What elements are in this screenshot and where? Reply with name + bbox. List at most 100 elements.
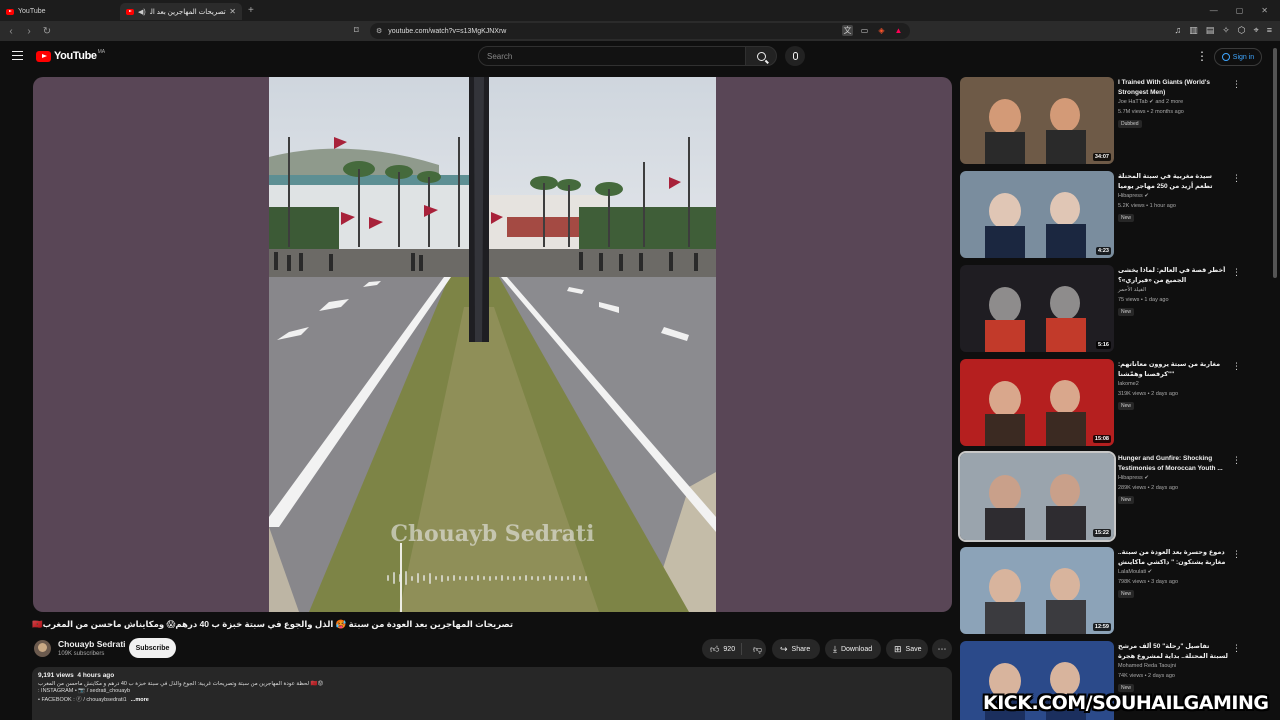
browser-menu-icon[interactable]: ≡ bbox=[1267, 25, 1272, 36]
close-tab-icon[interactable]: ✕ bbox=[229, 7, 236, 16]
sign-in-label: Sign in bbox=[1232, 53, 1255, 61]
video-duration: 15:22 bbox=[1092, 529, 1111, 537]
related-video-channel[interactable]: lakome2 bbox=[1118, 381, 1139, 387]
voice-search-button[interactable] bbox=[785, 46, 805, 66]
thumbnail-image bbox=[960, 171, 1114, 258]
download-icon: ⤓ bbox=[833, 643, 837, 654]
maximize-icon[interactable]: ▢ bbox=[1236, 6, 1244, 15]
thumbnail-image bbox=[960, 453, 1114, 540]
video-thumbnail[interactable]: 12:59 bbox=[960, 547, 1114, 634]
more-options-icon[interactable]: ⋮ bbox=[1232, 361, 1241, 372]
close-window-icon[interactable]: ✕ bbox=[1261, 6, 1268, 15]
dislike-button[interactable]: 👎︎ bbox=[746, 644, 762, 655]
related-video-item[interactable]: 15:08 مغاربة من سبتة يروون معاناتهم: "كرف… bbox=[960, 359, 1265, 449]
more-actions-button[interactable]: ⋯ bbox=[932, 639, 952, 659]
video-duration: 34:07 bbox=[1092, 153, 1111, 161]
related-video-title[interactable]: أخطر قصة في العالم: لماذا يخشى الجميع من… bbox=[1118, 266, 1228, 285]
new-tab-button[interactable]: + bbox=[248, 5, 254, 16]
related-video-channel[interactable]: LalaMoulati ✔ bbox=[1118, 569, 1152, 575]
related-video-item[interactable]: 12:59 دموع وحسرة بعد العودة من سبتة.. مغا… bbox=[960, 547, 1265, 637]
browser-tab-video[interactable]: ◀) تصريحات المهاجرين بعد العودة ✕ bbox=[120, 3, 242, 20]
description-line: لحظة عودة المهاجرين من سبتة وتصريحات غري… bbox=[38, 681, 324, 687]
hamburger-menu-icon[interactable] bbox=[12, 51, 23, 60]
brave-shield-icon[interactable]: ◈ bbox=[876, 25, 887, 36]
forward-icon[interactable]: › bbox=[24, 26, 34, 37]
browser-tab-bar: YouTube ◀) تصريحات المهاجرين بعد العودة … bbox=[0, 0, 1280, 21]
video-badge: New bbox=[1118, 308, 1135, 316]
related-video-stats: 75 views • 1 day ago bbox=[1118, 297, 1169, 303]
video-duration: 12:59 bbox=[1092, 623, 1111, 631]
related-video-item[interactable]: 34:07 I Trained With Giants (World's Stro… bbox=[960, 77, 1265, 167]
show-more-link[interactable]: ...more bbox=[131, 697, 149, 703]
translate-icon[interactable]: 文 bbox=[842, 25, 853, 36]
subscribe-button[interactable]: Subscribe bbox=[129, 638, 176, 658]
url-text: youtube.com/watch?v=s13MgKJNXrw bbox=[388, 27, 507, 35]
location-icon[interactable]: ⌖ bbox=[1254, 25, 1259, 36]
related-video-title[interactable]: سيدة مغربية في سبتة المحتلة تطعم أزيد من… bbox=[1118, 172, 1228, 192]
rewards-icon[interactable]: ▲ bbox=[893, 25, 904, 36]
more-options-icon[interactable]: ⋮ bbox=[1232, 267, 1241, 278]
share-icon: ↪ bbox=[780, 643, 788, 654]
related-video-item[interactable]: 5:16 أخطر قصة في العالم: لماذا يخشى الجمي… bbox=[960, 265, 1265, 355]
video-player[interactable]: Chouayb Sedrati bbox=[33, 77, 952, 612]
related-video-channel[interactable]: Mohamed Reda Taoujni bbox=[1118, 663, 1176, 669]
site-info-icon[interactable]: ⚙ bbox=[376, 27, 382, 35]
related-video-channel[interactable]: Hibapress ✔ bbox=[1118, 193, 1149, 199]
reload-icon[interactable]: ↻ bbox=[42, 26, 52, 37]
minimize-icon[interactable]: — bbox=[1210, 6, 1218, 15]
more-options-icon[interactable]: ⋮ bbox=[1232, 79, 1241, 90]
video-duration: 4:23 bbox=[1095, 247, 1111, 255]
music-icon[interactable]: ♫ bbox=[1174, 25, 1181, 36]
thumbnail-image bbox=[960, 359, 1114, 446]
video-thumbnail[interactable]: 4:23 bbox=[960, 171, 1114, 258]
thumbs-down-icon: 👎︎ bbox=[753, 643, 763, 654]
related-video-title[interactable]: تفاصيل "رحلة" 50 ألف مرشح لسبتة المحتلة.… bbox=[1118, 642, 1228, 661]
search-input[interactable]: Search bbox=[478, 46, 746, 66]
related-video-title[interactable]: دموع وحسرة بعد العودة من سبتة.. مغاربة ي… bbox=[1118, 548, 1228, 568]
browser-tab-youtube[interactable]: YouTube bbox=[0, 3, 120, 20]
vpn-icon[interactable]: ⬡ bbox=[1238, 25, 1246, 36]
share-button[interactable]: ↪ Share bbox=[772, 639, 820, 659]
video-duration: 5:16 bbox=[1095, 341, 1111, 349]
cast-icon[interactable]: ▭ bbox=[859, 25, 870, 36]
save-button[interactable]: ⊞ Save bbox=[886, 639, 928, 659]
page-scrollbar[interactable] bbox=[1273, 48, 1277, 278]
search-button[interactable] bbox=[745, 46, 777, 66]
related-video-channel[interactable]: الفيلد الأحمر bbox=[1118, 287, 1146, 293]
sidebar-icon[interactable]: ▥ bbox=[1189, 25, 1198, 36]
more-options-icon[interactable]: ⋮ bbox=[1232, 643, 1241, 654]
related-video-item[interactable]: 15:22 Hunger and Gunfire: Shocking Testim… bbox=[958, 451, 1265, 543]
extensions-icon[interactable]: ✧ bbox=[1222, 25, 1230, 36]
video-thumbnail[interactable]: 15:08 bbox=[960, 359, 1114, 446]
like-button[interactable]: 👍︎ 920 bbox=[702, 643, 742, 655]
wallet-icon[interactable]: ▤ bbox=[1206, 25, 1215, 36]
description-box[interactable]: 9,191 views 4 hours ago لحظة عودة المهاج… bbox=[32, 667, 952, 720]
channel-avatar[interactable] bbox=[34, 640, 51, 657]
sign-in-button[interactable]: Sign in bbox=[1214, 48, 1262, 66]
download-button[interactable]: ⤓ Download bbox=[825, 639, 881, 659]
youtube-logo[interactable]: YouTube MA bbox=[36, 49, 105, 62]
video-thumbnail[interactable]: 34:07 bbox=[960, 77, 1114, 164]
more-options-icon[interactable]: ⋮ bbox=[1232, 173, 1241, 184]
speaker-icon[interactable]: ◀) bbox=[138, 8, 146, 16]
save-label: Save bbox=[905, 645, 922, 653]
video-thumbnail[interactable]: 5:16 bbox=[960, 265, 1114, 352]
related-video-title[interactable]: Hunger and Gunfire: Shocking Testimonies… bbox=[1118, 454, 1228, 473]
video-thumbnail[interactable]: 15:22 bbox=[958, 451, 1116, 542]
back-icon[interactable]: ‹ bbox=[6, 26, 16, 37]
settings-kebab-icon[interactable]: ⋮ bbox=[1196, 49, 1208, 63]
related-video-item[interactable]: 4:23 سيدة مغربية في سبتة المحتلة تطعم أزي… bbox=[960, 171, 1265, 261]
related-video-channel[interactable]: Hibapress ✔ bbox=[1118, 475, 1149, 481]
video-frame[interactable]: Chouayb Sedrati bbox=[269, 77, 716, 612]
related-video-title[interactable]: I Trained With Giants (World's Strongest… bbox=[1118, 78, 1228, 97]
related-video-title[interactable]: مغاربة من سبتة يروون معاناتهم: "كرفصنا و… bbox=[1118, 360, 1228, 379]
related-video-channel[interactable]: Joe HaTTab ✔ and 2 more bbox=[1118, 99, 1183, 105]
related-video-stats: 289K views • 2 days ago bbox=[1118, 485, 1179, 491]
address-bar[interactable]: ⚙ youtube.com/watch?v=s13MgKJNXrw 文 ▭ ◈ … bbox=[370, 23, 910, 39]
youtube-favicon-icon bbox=[126, 8, 134, 15]
video-duration: 15:08 bbox=[1092, 435, 1111, 443]
channel-name[interactable]: Chouayb Sedrati bbox=[58, 639, 126, 649]
more-options-icon[interactable]: ⋮ bbox=[1232, 549, 1241, 560]
bookmark-icon[interactable]: ⌑ bbox=[354, 25, 362, 36]
more-options-icon[interactable]: ⋮ bbox=[1232, 455, 1241, 466]
